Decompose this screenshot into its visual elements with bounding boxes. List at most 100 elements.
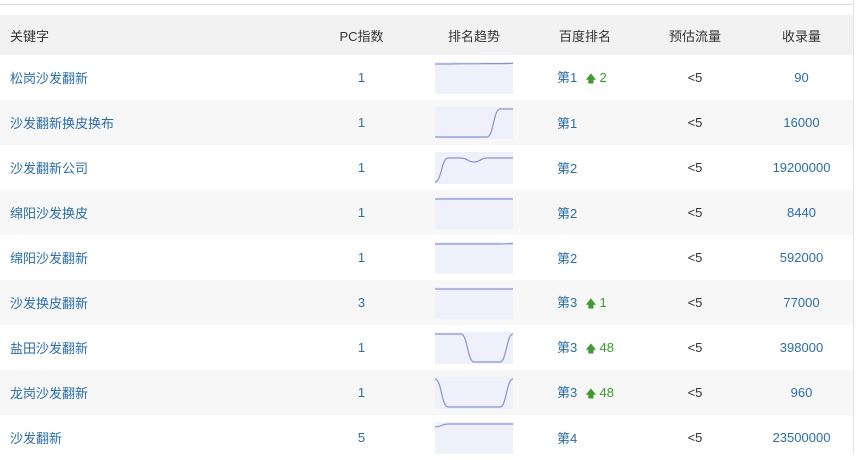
rank-link[interactable]: 第2: [557, 161, 577, 176]
rank-link[interactable]: 第4: [557, 431, 577, 446]
rank-cell: 第3 🡅 48: [530, 325, 640, 370]
rank-trend-sparkline: [435, 62, 513, 94]
traffic-cell: <5: [640, 415, 750, 460]
rank-link[interactable]: 第3: [557, 385, 577, 400]
arrow-up-icon: 🡅: [585, 298, 596, 310]
rank-change-value: 1: [600, 295, 607, 310]
sparkline-path: [435, 379, 513, 407]
keyword-ranking-panel: 关键字 PC指数 排名趋势 百度排名 预估流量 收录量 松岗沙发翻新1第1🡅2<…: [0, 0, 854, 454]
rank-change-value: 48: [600, 385, 614, 400]
indexed-cell: 8440: [750, 190, 853, 235]
rank-cell: 第2: [530, 145, 640, 190]
rank-link[interactable]: 第3: [557, 295, 577, 310]
arrow-up-icon: 🡅: [585, 73, 596, 85]
rank-link[interactable]: 第1: [557, 116, 577, 131]
table-body: 松岗沙发翻新1第1🡅2<590沙发翻新换皮换布1第1<516000沙发翻新公司1…: [0, 55, 853, 460]
traffic-cell: <5: [640, 145, 750, 190]
keyword-link[interactable]: 绵阳沙发翻新: [10, 251, 88, 266]
rank-change: 🡅 48: [585, 385, 614, 400]
header-keyword: 关键字: [0, 15, 305, 55]
keyword-cell: 盐田沙发翻新: [0, 325, 305, 370]
indexed-cell: 77000: [750, 280, 853, 325]
sparkline-path: [435, 424, 513, 427]
table-row: 龙岗沙发翻新1第3🡅48<5960: [0, 370, 853, 415]
rank-cell: 第3 🡅 48: [530, 370, 640, 415]
traffic-cell: <5: [640, 55, 750, 100]
keyword-link[interactable]: 沙发翻新换皮换布: [10, 116, 114, 131]
rank-trend-sparkline: [435, 422, 513, 454]
trend-cell: [418, 325, 530, 370]
indexed-cell: 398000: [750, 325, 853, 370]
rank-cell: 第3🡅1: [530, 280, 640, 325]
traffic-cell: <5: [640, 100, 750, 145]
header-traffic: 预估流量: [640, 15, 750, 55]
rank-trend-sparkline: [435, 242, 513, 274]
trend-cell: [418, 235, 530, 280]
trend-cell: [418, 100, 530, 145]
keyword-link[interactable]: 沙发翻新: [10, 431, 62, 446]
pc-index-cell: 1: [305, 145, 418, 190]
indexed-cell: 16000: [750, 100, 853, 145]
rank-trend-sparkline: [435, 287, 513, 319]
arrow-up-icon: 🡅: [585, 343, 596, 355]
keyword-cell: 沙发翻新公司: [0, 145, 305, 190]
keyword-cell: 松岗沙发翻新: [0, 55, 305, 100]
rank-change-value: 2: [600, 70, 607, 85]
rank-cell: 第2: [530, 235, 640, 280]
table-row: 绵阳沙发翻新1第2<5592000: [0, 235, 853, 280]
indexed-cell: 23500000: [750, 415, 853, 460]
sparkline-path: [435, 109, 513, 137]
trend-cell: [418, 415, 530, 460]
sparkline-path: [435, 158, 513, 182]
arrow-up-icon: 🡅: [585, 388, 596, 400]
keyword-cell: 沙发翻新: [0, 415, 305, 460]
pc-index-cell: 3: [305, 280, 418, 325]
pc-index-cell: 1: [305, 325, 418, 370]
rank-cell: 第1🡅2: [530, 55, 640, 100]
rank-link[interactable]: 第3: [557, 340, 577, 355]
table-row: 绵阳沙发换皮 1 第2 <58440: [0, 190, 853, 235]
rank-link[interactable]: 第1: [557, 70, 577, 85]
header-pc-index: PC指数: [305, 15, 418, 55]
pc-index-cell: 1: [305, 190, 418, 235]
traffic-cell: <5: [640, 235, 750, 280]
keyword-link[interactable]: 沙发换皮翻新: [10, 296, 88, 311]
trend-cell: [418, 145, 530, 190]
trend-cell: [418, 55, 530, 100]
rank-cell: 第2: [530, 190, 640, 235]
trend-cell: [418, 370, 530, 415]
keyword-cell: 沙发换皮翻新: [0, 280, 305, 325]
rank-trend-sparkline: [435, 107, 513, 139]
top-divider: [0, 4, 853, 5]
traffic-cell: <5: [640, 190, 750, 235]
table-row: 松岗沙发翻新1第1🡅2<590: [0, 55, 853, 100]
keyword-link[interactable]: 绵阳沙发换皮: [10, 206, 88, 221]
table-row: 沙发翻新公司1第2<519200000: [0, 145, 853, 190]
keyword-cell: 绵阳沙发换皮: [0, 190, 305, 235]
traffic-cell: <5: [640, 325, 750, 370]
pc-index-cell: 1: [305, 55, 418, 100]
keyword-link[interactable]: 龙岗沙发翻新: [10, 386, 88, 401]
keyword-table: 关键字 PC指数 排名趋势 百度排名 预估流量 收录量 松岗沙发翻新1第1🡅2<…: [0, 15, 853, 460]
rank-link[interactable]: 第2: [557, 206, 577, 221]
rank-link[interactable]: 第2: [557, 251, 577, 266]
indexed-cell: 90: [750, 55, 853, 100]
traffic-cell: <5: [640, 280, 750, 325]
rank-change: 🡅 48: [585, 340, 614, 355]
header-indexed: 收录量: [750, 15, 853, 55]
rank-change: 🡅1: [585, 295, 607, 310]
header-baidu-rank: 百度排名: [530, 15, 640, 55]
keyword-link[interactable]: 松岗沙发翻新: [10, 71, 88, 86]
keyword-cell: 沙发翻新换皮换布: [0, 100, 305, 145]
indexed-cell: 960: [750, 370, 853, 415]
rank-trend-sparkline: [435, 332, 513, 364]
rank-change-value: 48: [600, 340, 614, 355]
keyword-link[interactable]: 盐田沙发翻新: [10, 341, 88, 356]
indexed-cell: 592000: [750, 235, 853, 280]
rank-trend-sparkline: [435, 377, 513, 409]
keyword-link[interactable]: 沙发翻新公司: [10, 161, 88, 176]
table-row: 盐田沙发翻新 1 第3 🡅 48 <5398000: [0, 325, 853, 370]
rank-cell: 第4: [530, 415, 640, 460]
rank-change: 🡅2: [585, 70, 607, 85]
keyword-cell: 绵阳沙发翻新: [0, 235, 305, 280]
